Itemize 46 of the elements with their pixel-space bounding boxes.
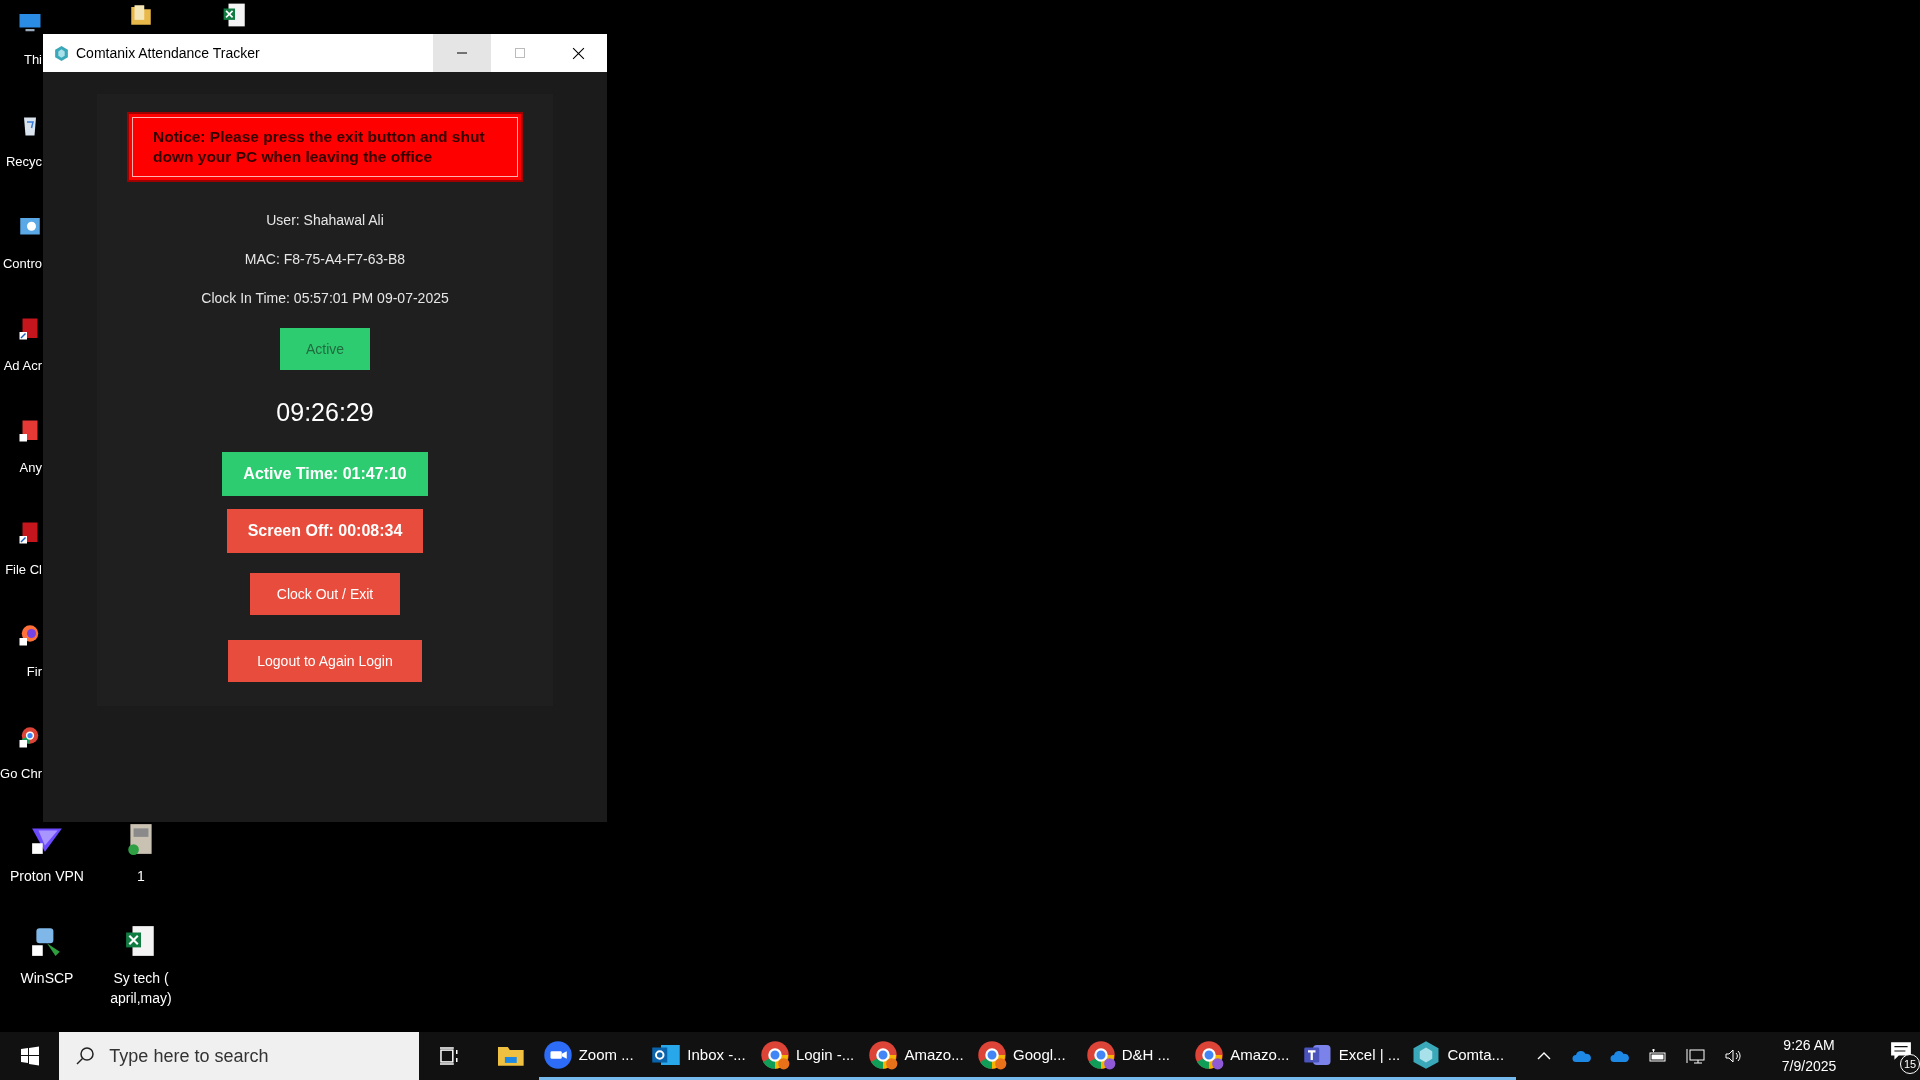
icon-label: Any [18, 459, 42, 477]
taskbar-app[interactable]: Amazo... [864, 1032, 974, 1080]
user-label: User: Shahawal Ali [266, 213, 384, 228]
logout-button[interactable]: Logout to Again Login [228, 640, 422, 682]
network-icon[interactable] [1686, 1048, 1707, 1064]
cloud-icon[interactable] [1572, 1048, 1593, 1064]
time-counter: Active Time: 01:47:10 [222, 452, 428, 496]
window-title: Comtanix Attendance Tracker [76, 45, 261, 61]
notification-icon[interactable] [1890, 1041, 1913, 1061]
maximize-icon [514, 47, 526, 59]
close-icon [571, 46, 585, 60]
taskbar-app[interactable]: Zoom ... [538, 1032, 648, 1080]
taskbar-app[interactable]: Comta... [1407, 1032, 1517, 1080]
icon-label: File Cl [4, 561, 42, 579]
search-field[interactable]: Type here to search [59, 1032, 420, 1080]
clock-out-button[interactable]: Clock Out / Exit [250, 573, 400, 615]
icon-label: Fir [25, 663, 42, 681]
clock-date[interactable]: 7/9/2025 [1781, 1056, 1837, 1077]
taskbar-app[interactable]: Login -... [755, 1032, 865, 1080]
battery-icon[interactable] [1648, 1048, 1669, 1064]
icon-label: Ad Acr [2, 357, 42, 375]
taskbar-app[interactable]: D&H ... [1081, 1032, 1191, 1080]
clock-time[interactable]: 9:26 AM [1783, 1035, 1835, 1056]
search-icon [75, 1046, 96, 1066]
taskbar-app[interactable]: Amazo... [1190, 1032, 1299, 1080]
mac-label: MAC: F8-75-A4-F7-63-B8 [244, 252, 406, 267]
icon-label: Go Chr [0, 765, 42, 783]
notification-count: 15 [1900, 1054, 1920, 1074]
taskbar-app[interactable]: Excel | ... [1298, 1032, 1408, 1080]
windows-logo-icon [19, 1046, 40, 1066]
icon-label: Proton VPN [9, 867, 85, 886]
time-counter: Screen Off: 00:08:34 [226, 509, 424, 553]
hexagon-icon [53, 44, 70, 62]
icon-label: Recyc [4, 153, 42, 171]
icon-label: 1 [136, 867, 146, 886]
notice-text: Notice: Please press the exit button and shut down your PC when leaving the office [153, 127, 486, 167]
taskbar-app[interactable]: Googl... [973, 1032, 1082, 1080]
clock-time: 09:26:29 [276, 398, 374, 427]
icon-label: Thi [22, 51, 42, 69]
taskbar-app[interactable]: Inbox -... [647, 1032, 756, 1080]
cloud-icon[interactable] [1610, 1048, 1631, 1064]
clock-in-label: Clock In Time: 05:57:01 PM 09-07-2025 [201, 291, 449, 306]
icon-label: Sy tech ( april,may) [109, 969, 173, 1008]
folder-icon[interactable] [497, 1044, 525, 1068]
icon-label: Contro [1, 255, 42, 273]
icon-label: WinSCP [19, 969, 75, 988]
